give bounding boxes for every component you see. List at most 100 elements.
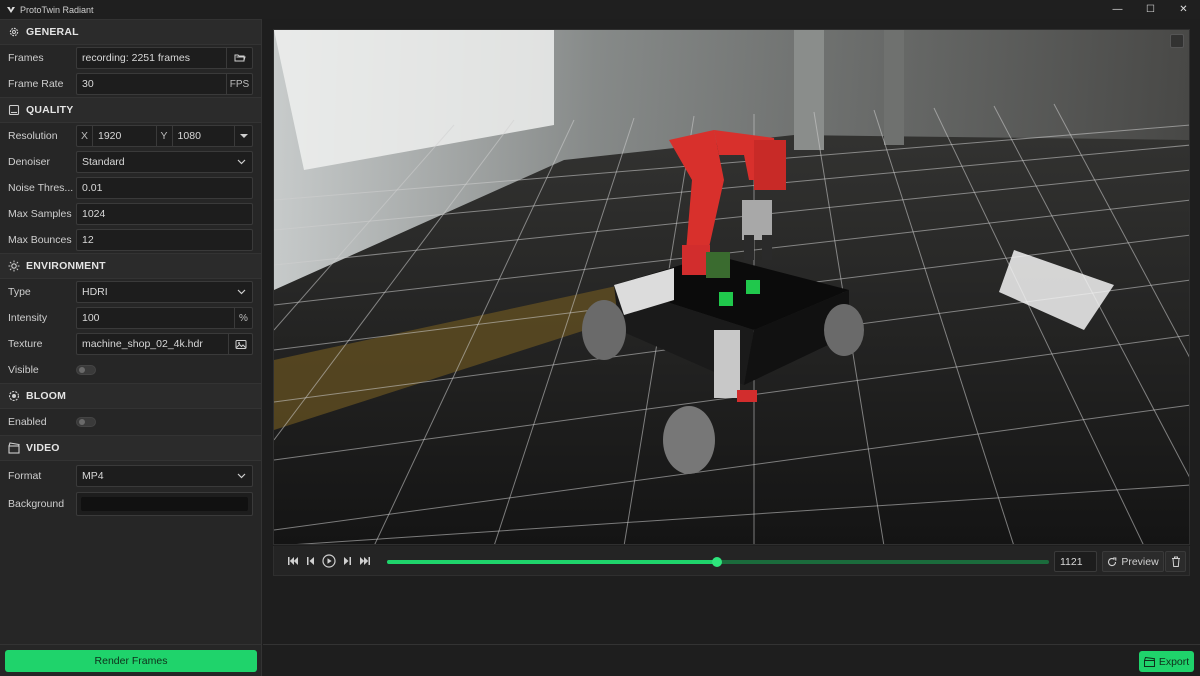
image-quality-icon bbox=[8, 104, 20, 116]
clapperboard-icon bbox=[1143, 656, 1155, 667]
step-forward-icon bbox=[344, 556, 351, 565]
step-back-button[interactable] bbox=[302, 552, 320, 570]
step-forward-button[interactable] bbox=[338, 552, 356, 570]
toggle-knob bbox=[79, 419, 85, 425]
noise-threshold-value: 0.01 bbox=[82, 182, 103, 194]
background-color-picker[interactable] bbox=[76, 492, 253, 516]
format-value: MP4 bbox=[82, 470, 104, 482]
export-label: Export bbox=[1158, 655, 1190, 668]
play-circle-icon bbox=[322, 553, 336, 568]
section-title: QUALITY bbox=[26, 104, 74, 116]
texture-value: machine_shop_02_4k.hdr bbox=[82, 338, 203, 350]
format-label: Format bbox=[8, 470, 42, 482]
frame-rate-row: Frame Rate 30 FPS bbox=[0, 71, 261, 97]
chevron-down-icon bbox=[230, 466, 252, 486]
image-picker-icon[interactable] bbox=[228, 334, 252, 354]
trash-icon bbox=[1171, 556, 1180, 567]
sun-icon bbox=[8, 260, 20, 272]
section-bloom[interactable]: BLOOM bbox=[0, 383, 261, 409]
resolution-y-value: 1080 bbox=[177, 130, 201, 142]
noise-threshold-label: Noise Thres... bbox=[8, 182, 74, 194]
format-select[interactable]: MP4 bbox=[76, 465, 253, 487]
section-title: BLOOM bbox=[26, 390, 67, 402]
section-environment[interactable]: ENVIRONMENT bbox=[0, 253, 261, 279]
save-snapshot-button[interactable] bbox=[1170, 34, 1184, 48]
delete-button[interactable] bbox=[1165, 551, 1186, 572]
section-video[interactable]: VIDEO bbox=[0, 435, 261, 461]
max-samples-input[interactable]: 1024 bbox=[76, 203, 253, 225]
maximize-button[interactable]: ☐ bbox=[1134, 0, 1167, 19]
intensity-input[interactable]: 100 % bbox=[76, 307, 253, 329]
skip-start-icon bbox=[288, 556, 298, 565]
folder-open-icon[interactable] bbox=[226, 48, 252, 68]
frames-field[interactable]: recording: 2251 frames bbox=[76, 47, 253, 69]
toggle-knob bbox=[79, 367, 85, 373]
background-label: Background bbox=[8, 498, 65, 510]
window-controls: — ☐ ✕ bbox=[1101, 0, 1200, 19]
skip-end-icon bbox=[360, 556, 370, 565]
bloom-icon bbox=[8, 390, 20, 402]
frame-rate-unit: FPS bbox=[226, 74, 252, 94]
minimize-button[interactable]: — bbox=[1101, 0, 1134, 19]
resolution-label: Resolution bbox=[8, 130, 58, 142]
denoiser-row: Denoiser Standard bbox=[0, 149, 261, 175]
refresh-icon bbox=[1108, 556, 1117, 566]
frames-row: Frames recording: 2251 frames bbox=[0, 45, 261, 71]
skip-to-start-button[interactable] bbox=[284, 552, 302, 570]
env-type-select[interactable]: HDRI bbox=[76, 281, 253, 303]
format-row: Format MP4 bbox=[0, 461, 261, 491]
section-title: VIDEO bbox=[26, 442, 60, 454]
preview-button[interactable]: Preview bbox=[1102, 551, 1164, 572]
frame-rate-label: Frame Rate bbox=[8, 78, 64, 90]
section-title: ENVIRONMENT bbox=[26, 260, 106, 272]
noise-threshold-row: Noise Thres... 0.01 bbox=[0, 175, 261, 201]
close-button[interactable]: ✕ bbox=[1167, 0, 1200, 19]
visible-row: Visible bbox=[0, 357, 261, 383]
y-axis-label: Y bbox=[157, 126, 173, 146]
max-bounces-label: Max Bounces bbox=[8, 234, 72, 246]
section-quality[interactable]: QUALITY bbox=[0, 97, 261, 123]
section-general[interactable]: GENERAL bbox=[0, 19, 261, 45]
export-button[interactable]: Export bbox=[1139, 651, 1194, 672]
texture-field[interactable]: machine_shop_02_4k.hdr bbox=[76, 333, 253, 355]
denoiser-select[interactable]: Standard bbox=[76, 151, 253, 173]
env-type-row: Type HDRI bbox=[0, 279, 261, 305]
render-frames-button[interactable]: Render Frames bbox=[5, 650, 257, 672]
frame-rate-value: 30 bbox=[82, 78, 94, 90]
texture-label: Texture bbox=[8, 338, 43, 350]
play-button[interactable] bbox=[320, 552, 338, 570]
resolution-x-value: 1920 bbox=[98, 130, 122, 142]
resolution-preset-dropdown[interactable] bbox=[235, 125, 253, 147]
bloom-enabled-label: Enabled bbox=[8, 416, 47, 428]
main-area: 1121 Preview bbox=[263, 19, 1200, 644]
timeline-slider[interactable] bbox=[387, 557, 1049, 567]
render-viewport[interactable] bbox=[273, 29, 1190, 545]
noise-threshold-input[interactable]: 0.01 bbox=[76, 177, 253, 199]
skip-to-end-button[interactable] bbox=[356, 552, 374, 570]
max-samples-value: 1024 bbox=[82, 208, 106, 220]
timeline-thumb[interactable] bbox=[711, 557, 722, 567]
bloom-enabled-toggle[interactable] bbox=[76, 417, 96, 427]
step-back-icon bbox=[307, 556, 314, 565]
visible-label: Visible bbox=[8, 364, 39, 376]
max-bounces-input[interactable]: 12 bbox=[76, 229, 253, 251]
sidebar-footer: Render Frames bbox=[0, 644, 262, 676]
background-row: Background bbox=[0, 491, 261, 517]
resolution-x-input[interactable]: X 1920 bbox=[76, 125, 157, 147]
resolution-y-input[interactable]: Y 1080 bbox=[156, 125, 236, 147]
preview-label: Preview bbox=[1121, 555, 1159, 568]
intensity-row: Intensity 100 % bbox=[0, 305, 261, 331]
intensity-unit: % bbox=[234, 308, 252, 328]
app-logo-icon bbox=[6, 5, 16, 15]
denoiser-label: Denoiser bbox=[8, 156, 51, 168]
resolution-row: Resolution X 1920 Y 1080 bbox=[0, 123, 261, 149]
background-color-swatch bbox=[81, 497, 248, 511]
intensity-label: Intensity bbox=[8, 312, 48, 324]
chevron-down-icon bbox=[230, 152, 252, 172]
visible-toggle[interactable] bbox=[76, 365, 96, 375]
current-frame-input[interactable]: 1121 bbox=[1054, 551, 1097, 572]
app-title: ProtoTwin Radiant bbox=[20, 4, 94, 15]
playback-bar: 1121 Preview bbox=[273, 546, 1190, 576]
frame-rate-field[interactable]: 30 FPS bbox=[76, 73, 253, 95]
settings-sidebar: GENERAL Frames recording: 2251 frames Fr… bbox=[0, 19, 262, 644]
